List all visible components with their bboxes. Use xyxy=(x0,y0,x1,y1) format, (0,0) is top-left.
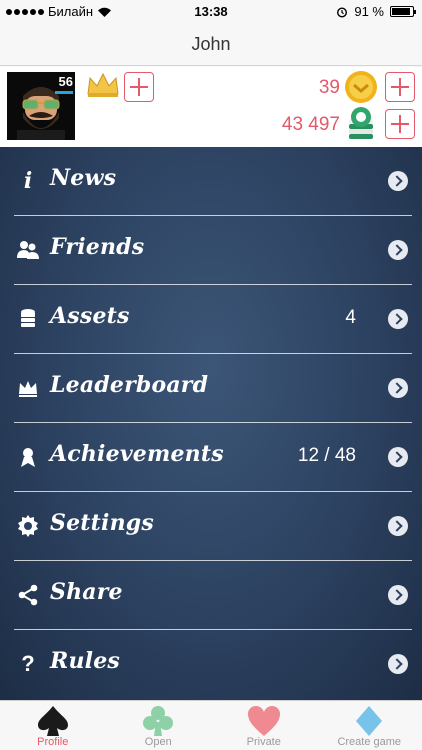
tab-private[interactable]: Private xyxy=(211,701,317,750)
chevron-right-icon xyxy=(388,654,408,674)
spade-icon xyxy=(37,706,68,736)
menu-item-assets[interactable]: Assets 4 xyxy=(0,285,422,354)
status-right: 91 % xyxy=(336,4,416,19)
menu-item-achievements[interactable]: Achievements 12 / 48 xyxy=(0,423,422,492)
menu-item-label: Assets xyxy=(50,303,130,329)
profile-header: 56 39 43 497 xyxy=(0,67,422,147)
level-badge: 56 xyxy=(58,74,73,89)
add-chips-button[interactable] xyxy=(385,109,415,139)
menu-item-label: Friends xyxy=(50,234,145,260)
menu-item-share[interactable]: Share xyxy=(0,561,422,630)
menu-item-label: News xyxy=(50,165,117,191)
tab-bar: Profile Open Private Create game xyxy=(0,700,422,750)
menu-item-label: Settings xyxy=(50,510,154,536)
chevron-right-icon xyxy=(388,240,408,260)
ribbon-icon xyxy=(21,448,35,467)
menu-item-leaderboard[interactable]: Leaderboard xyxy=(0,354,422,423)
tab-profile[interactable]: Profile xyxy=(0,701,106,750)
diamond-icon xyxy=(356,706,383,736)
coins-amount: 39 xyxy=(318,77,340,98)
gold-coin-icon xyxy=(345,71,377,103)
page-title: John xyxy=(191,34,231,54)
chevron-right-icon xyxy=(388,585,408,605)
chips-amount: 43 497 xyxy=(281,114,340,135)
menu-item-label: Share xyxy=(50,579,123,605)
battery-percent: 91 % xyxy=(354,4,384,19)
assets-count: 4 xyxy=(345,307,356,328)
crown-icon xyxy=(87,72,119,97)
tab-create-game[interactable]: Create game xyxy=(317,701,422,750)
battery-icon xyxy=(390,6,416,17)
chevron-right-icon xyxy=(388,447,408,467)
avatar[interactable]: 56 xyxy=(7,72,75,140)
share-icon xyxy=(18,584,38,606)
add-vip-button[interactable] xyxy=(124,72,154,102)
chevron-right-icon xyxy=(388,516,408,536)
menu-item-news[interactable]: i News xyxy=(0,147,422,216)
main-menu: i News Friends Assets 4 Leaderboard Achi… xyxy=(0,147,422,700)
nav-bar: John xyxy=(0,24,422,66)
question-icon: ? xyxy=(21,651,35,676)
tab-label: Create game xyxy=(337,736,402,748)
chevron-right-icon xyxy=(388,171,408,191)
menu-item-label: Achievements xyxy=(50,441,224,467)
tab-open[interactable]: Open xyxy=(106,701,212,750)
achievements-count: 12 / 48 xyxy=(297,445,356,466)
gear-icon xyxy=(18,515,38,537)
friends-icon xyxy=(17,241,39,259)
add-coins-button[interactable] xyxy=(385,72,415,102)
status-bar: Билайн 13:38 91 % xyxy=(0,0,422,24)
info-icon: i xyxy=(23,168,33,194)
menu-item-settings[interactable]: Settings xyxy=(0,492,422,561)
chevron-right-icon xyxy=(388,309,408,329)
menu-item-label: Leaderboard xyxy=(50,372,209,398)
heart-icon xyxy=(247,706,280,736)
tab-label: Open xyxy=(144,736,172,748)
alarm-icon xyxy=(337,6,348,18)
menu-item-rules[interactable]: ? Rules xyxy=(0,630,422,699)
level-progress xyxy=(55,91,73,94)
tab-label: Private xyxy=(246,736,281,748)
chevron-right-icon xyxy=(388,378,408,398)
club-icon xyxy=(143,706,174,736)
tab-label: Profile xyxy=(37,736,69,748)
menu-item-label: Rules xyxy=(50,648,121,674)
menu-item-friends[interactable]: Friends xyxy=(0,216,422,285)
poker-chips-icon xyxy=(349,107,373,139)
coins-stack-icon xyxy=(21,309,35,327)
crown-icon xyxy=(19,381,37,397)
